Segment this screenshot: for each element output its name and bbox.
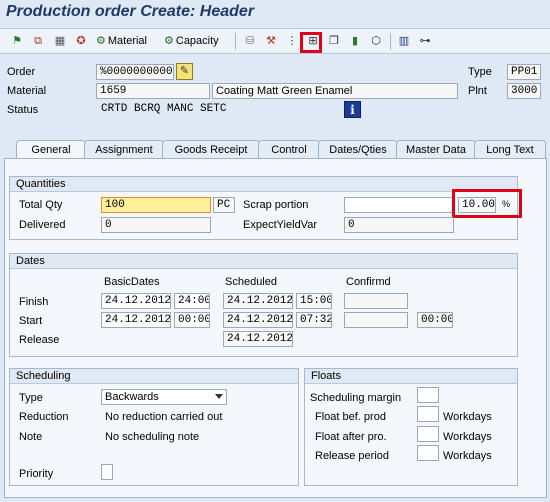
priority-input[interactable] <box>101 464 113 480</box>
scheduling-type-value: Backwards <box>105 391 159 403</box>
material-button-label: Material <box>107 35 147 47</box>
sched-type-label: Type <box>19 392 43 404</box>
float-after-unit: Workdays <box>443 431 492 443</box>
type-label: Type <box>468 66 492 78</box>
start-basic-date[interactable]: 24.12.2012 <box>101 312 171 328</box>
type-field[interactable]: PP01 <box>507 64 541 80</box>
scheduling-type-select[interactable]: Backwards <box>101 389 227 405</box>
reduction-label: Reduction <box>19 411 69 423</box>
flag-icon[interactable]: ⚑ <box>10 34 24 48</box>
release-period-label: Release period <box>315 450 389 462</box>
battery-icon[interactable]: ▮ <box>348 34 362 48</box>
copy-order-icon[interactable]: ⧉ <box>31 34 45 48</box>
release-label: Release <box>19 334 60 346</box>
title-bar: Production order Create: Header <box>0 0 550 27</box>
floats-title: Floats <box>305 369 517 384</box>
application-toolbar: ⚑ ⧉ ▦ ✪ ⚙ Material ⚙ Capacity ⛁ ⚒ ⋮ ⊞ ❐ ▮ … <box>0 28 550 54</box>
delivered-field: 0 <box>101 217 211 233</box>
status-info-icon[interactable]: i <box>344 101 361 118</box>
finish-confirmed-date <box>344 293 408 309</box>
tab-dates-qties[interactable]: Dates/Qties <box>318 140 398 159</box>
float-before-input[interactable] <box>417 406 439 422</box>
tab-master-data[interactable]: Master Data <box>396 140 476 159</box>
reduction-value: No reduction carried out <box>105 411 223 423</box>
dates-title: Dates <box>10 254 517 269</box>
toolbar-separator <box>235 33 236 50</box>
tab-control[interactable]: Control <box>258 140 320 159</box>
order-label: Order <box>7 66 36 78</box>
delivered-label: Delivered <box>19 219 66 231</box>
note-label: Note <box>19 431 43 443</box>
toolbar-separator <box>390 33 391 50</box>
floats-group: Floats <box>304 368 518 486</box>
scheduling-margin-input[interactable] <box>417 387 439 403</box>
documents-icon[interactable]: ❐ <box>327 34 341 48</box>
calculator-icon[interactable]: ▦ <box>53 34 67 48</box>
highlight-box <box>452 189 522 218</box>
finish-basic-time[interactable]: 24:00 <box>174 293 210 309</box>
order-field[interactable]: %00000000001 <box>96 64 174 80</box>
release-period-input[interactable] <box>417 445 439 461</box>
quantities-title: Quantities <box>10 177 517 192</box>
material-description: Coating Matt Green Enamel <box>212 83 458 99</box>
priority-label: Priority <box>19 468 54 480</box>
expect-yield-field: 0 <box>344 217 454 233</box>
basic-dates-header: BasicDates <box>104 276 160 288</box>
scheduling-margin-label: Scheduling margin <box>310 392 402 404</box>
release-sched-date: 24.12.2012 <box>223 331 293 347</box>
float-after-label: Float after pro. <box>315 431 387 443</box>
chevron-down-icon[interactable] <box>215 394 223 399</box>
total-qty-label: Total Qty <box>19 199 63 211</box>
confirmed-header: Confirmd <box>346 276 391 288</box>
scheduling-title: Scheduling <box>10 369 298 384</box>
material-icon: ⚙ <box>96 35 106 47</box>
start-sched-date: 24.12.2012 <box>223 312 293 328</box>
float-after-input[interactable] <box>417 426 439 442</box>
plant-label: Plnt <box>468 85 487 97</box>
release-period-unit: Workdays <box>443 450 492 462</box>
page-title: Production order Create: Header <box>6 3 255 20</box>
start-label: Start <box>19 315 43 327</box>
plant-field[interactable]: 3000 <box>507 83 541 99</box>
highlight-box <box>300 32 322 53</box>
capacity-button[interactable]: ⚙ Capacity <box>164 34 219 49</box>
components-icon[interactable]: ⛁ <box>243 34 257 48</box>
finish-label: Finish <box>19 296 49 308</box>
status-label: Status <box>7 104 39 116</box>
capacity-button-label: Capacity <box>175 35 219 47</box>
tab-long-text[interactable]: Long Text <box>474 140 546 159</box>
scrap-qty-input[interactable] <box>344 197 454 213</box>
start-basic-time[interactable]: 00:00 <box>174 312 210 328</box>
total-qty-input[interactable]: 100 <box>101 197 211 213</box>
start-confirmed-time: 00:00 <box>417 312 453 328</box>
tab-goods-receipt[interactable]: Goods Receipt <box>162 140 260 159</box>
package-icon[interactable]: ⬡ <box>369 34 383 48</box>
sequences-icon[interactable]: ⋮ <box>285 34 299 48</box>
status-value: CRTD BCRQ MANC SETC <box>101 103 227 115</box>
material-label: Material <box>7 85 47 97</box>
note-value: No scheduling note <box>105 431 200 443</box>
material-field[interactable]: 1659 <box>96 83 210 99</box>
expect-yield-label: ExpectYieldVar <box>243 219 317 231</box>
start-confirmed-date <box>344 312 408 328</box>
tab-general[interactable]: General <box>16 140 86 160</box>
float-before-unit: Workdays <box>443 411 492 423</box>
material-button[interactable]: ⚙ Material <box>96 34 147 49</box>
start-sched-time: 07:32 <box>296 312 332 328</box>
scheduled-header: Scheduled <box>225 276 277 288</box>
finish-sched-date: 24.12.2012 <box>223 293 293 309</box>
capacity-icon: ⚙ <box>164 35 174 47</box>
unit-field[interactable]: PC <box>213 197 235 213</box>
tab-assignment[interactable]: Assignment <box>84 140 164 159</box>
edit-icon[interactable]: ✎ <box>176 63 193 80</box>
operations-icon[interactable]: ⚒ <box>264 34 278 48</box>
table-icon[interactable]: ▥ <box>397 34 411 48</box>
lifesaver-icon[interactable]: ✪ <box>74 34 88 48</box>
float-before-label: Float bef. prod <box>315 411 386 423</box>
finish-sched-time: 15:00 <box>296 293 332 309</box>
scrap-portion-label: Scrap portion <box>243 199 309 211</box>
structure-icon[interactable]: ⊶ <box>418 34 432 48</box>
finish-basic-date[interactable]: 24.12.2012 <box>101 293 171 309</box>
